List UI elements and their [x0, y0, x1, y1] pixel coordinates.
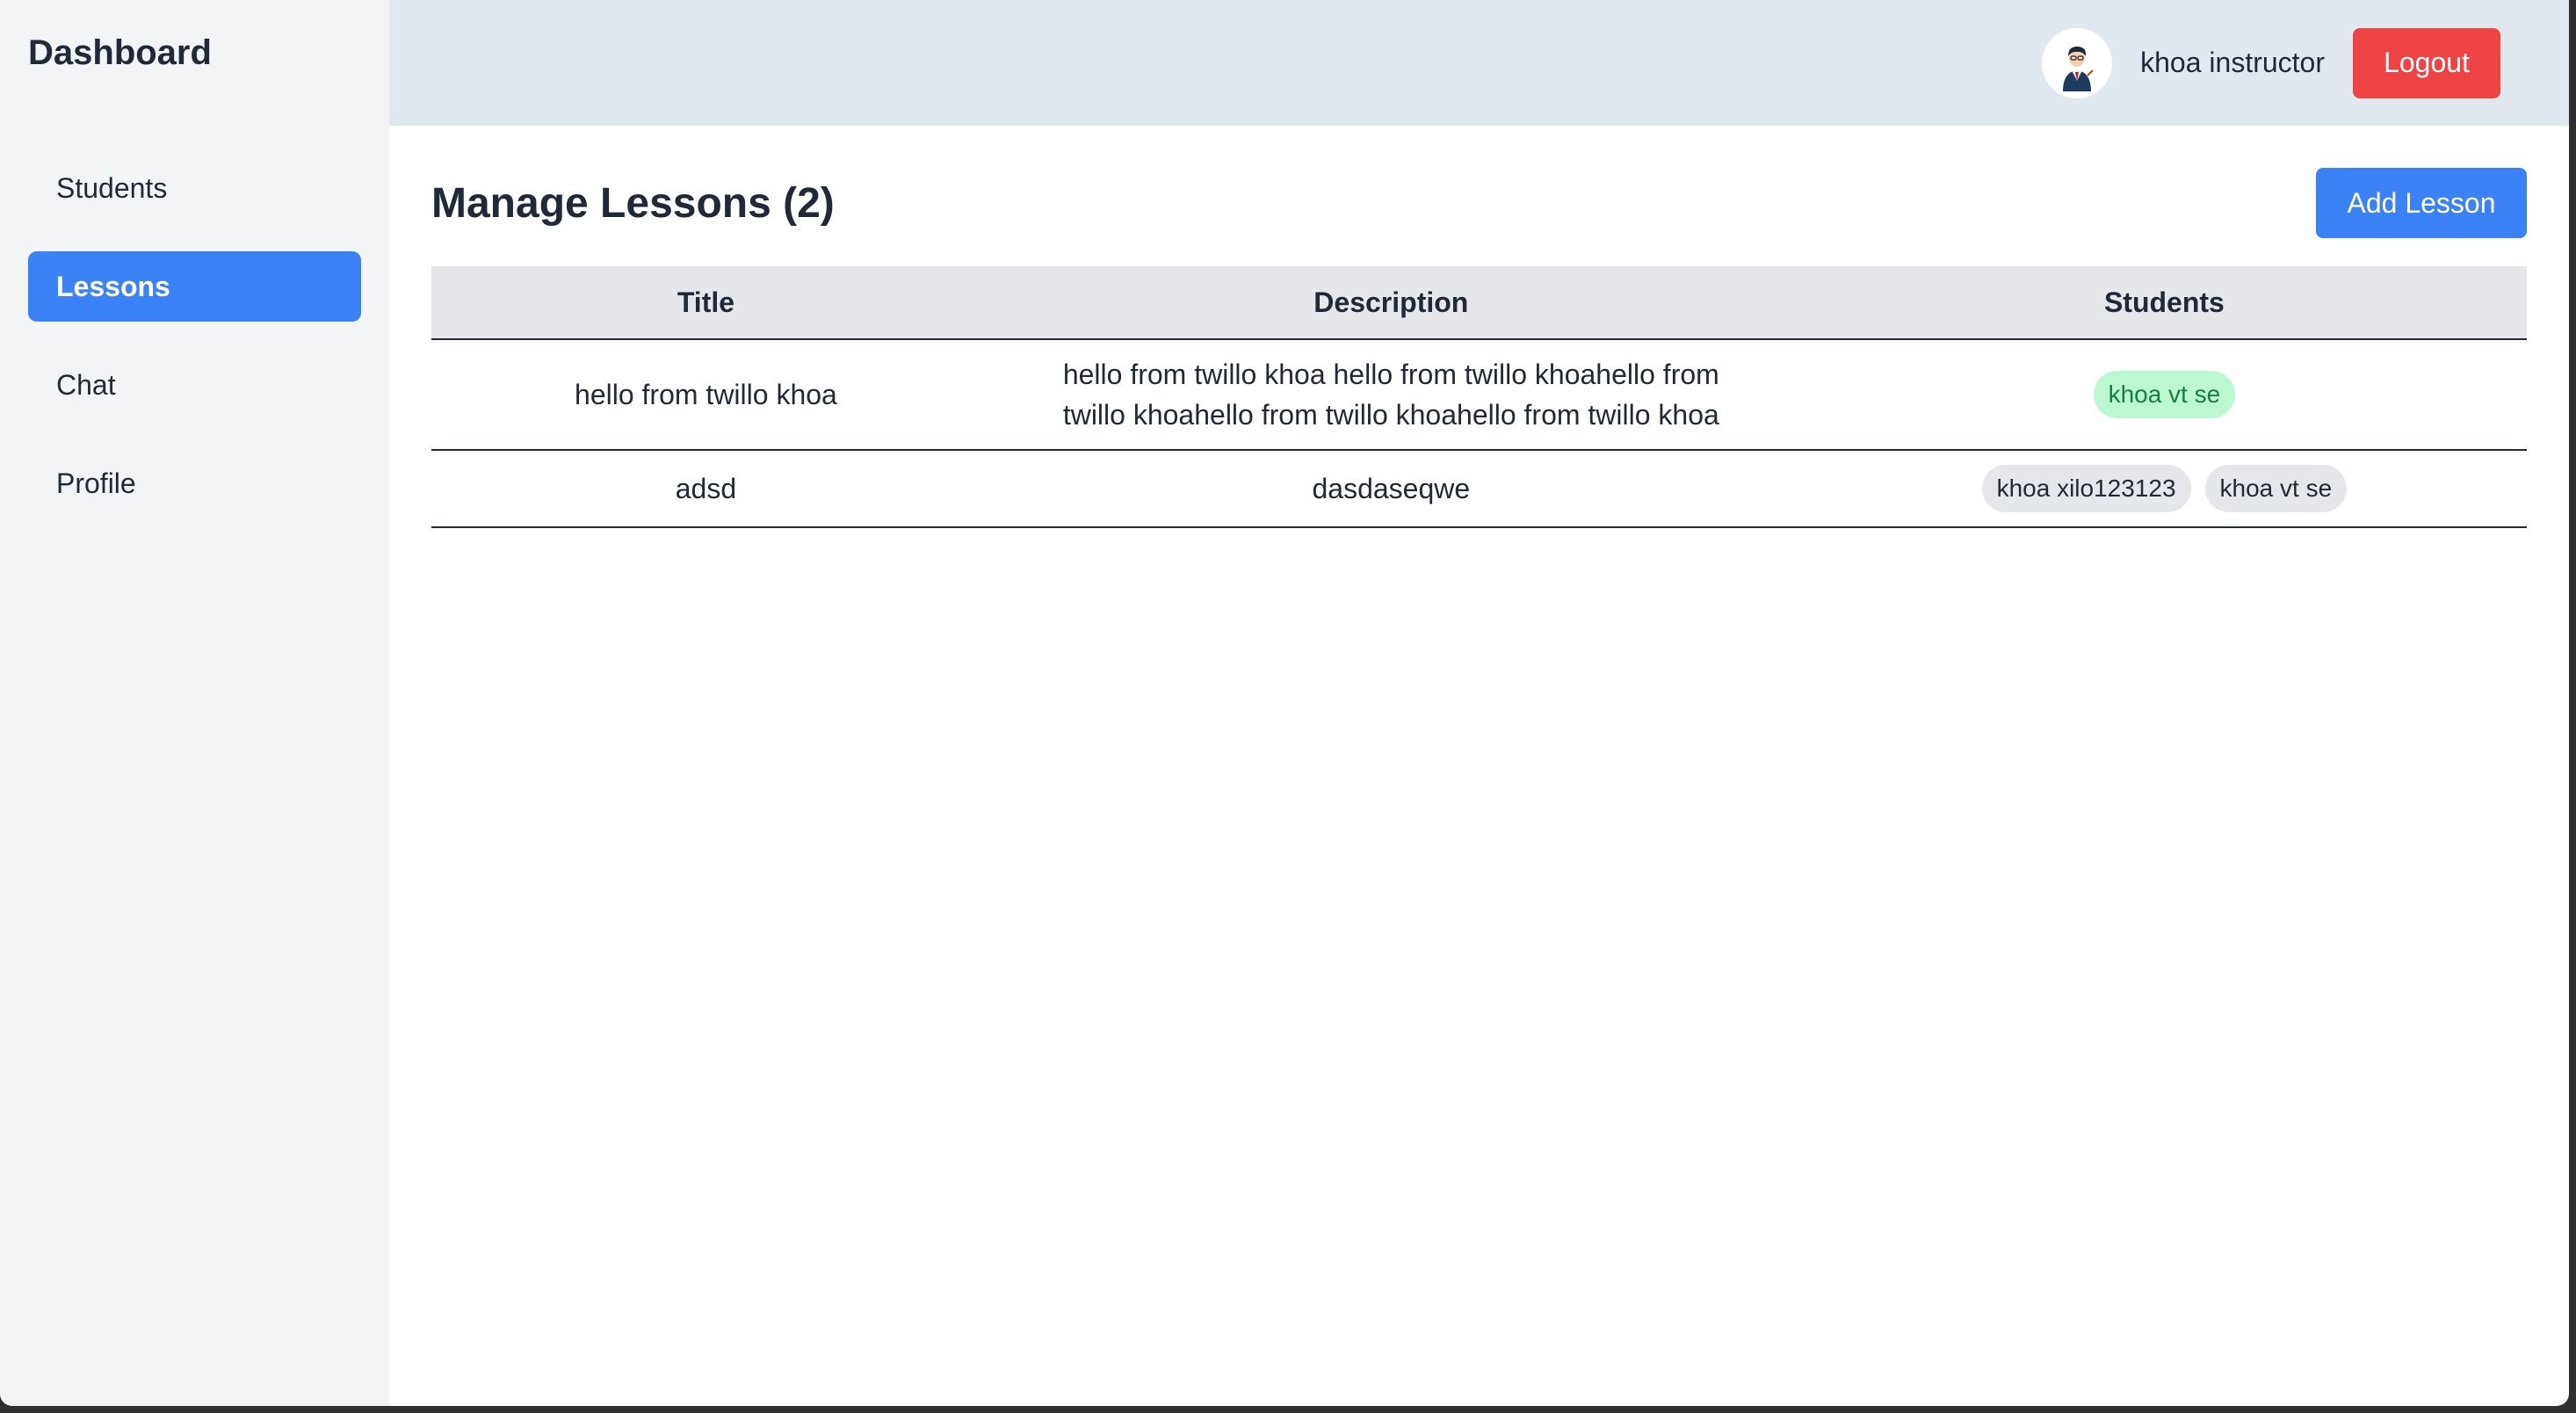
table-header-row: Title Description Students [431, 266, 2527, 340]
lesson-students-cell: khoa vt se [1801, 339, 2527, 451]
sidebar: Dashboard Students Lessons Chat Profile [0, 0, 389, 1406]
app-window: Dashboard Students Lessons Chat Profile [0, 0, 2569, 1406]
top-bar: khoa instructor Logout [389, 0, 2569, 126]
lesson-title-cell: adsd [431, 450, 980, 528]
lesson-description-text: dasdaseqwe [1312, 473, 1471, 504]
main-area: khoa instructor Logout Manage Lessons (2… [389, 0, 2569, 1406]
lesson-title-cell: hello from twillo khoa [431, 339, 980, 451]
table-row[interactable]: hello from twillo khoa hello from twillo… [431, 339, 2527, 451]
sidebar-item-students[interactable]: Students [28, 153, 361, 223]
column-header-description[interactable]: Description [980, 266, 1802, 340]
avatar-illustration [2049, 34, 2106, 91]
student-chip[interactable]: khoa vt se [2093, 371, 2236, 418]
sidebar-brand: Dashboard [28, 33, 212, 72]
table-row[interactable]: adsd dasdaseqwe khoa xilo123123 khoa vt s… [431, 450, 2527, 528]
student-chip[interactable]: khoa vt se [2204, 465, 2348, 512]
sidebar-item-lessons[interactable]: Lessons [28, 251, 361, 322]
lesson-students-cell: khoa xilo123123 khoa vt se [1801, 450, 2527, 528]
user-avatar-icon[interactable] [2042, 27, 2113, 98]
table-body: hello from twillo khoa hello from twillo… [431, 339, 2527, 528]
logout-button[interactable]: Logout [2353, 27, 2500, 98]
add-lesson-button[interactable]: Add Lesson [2316, 168, 2527, 238]
column-header-students[interactable]: Students [1801, 266, 2527, 340]
content-panel: Manage Lessons (2) Add Lesson Title Desc… [389, 126, 2569, 1406]
column-header-title[interactable]: Title [431, 266, 980, 340]
lessons-table: Title Description Students hello from tw… [431, 266, 2527, 528]
sidebar-item-profile[interactable]: Profile [28, 448, 361, 518]
sidebar-item-chat[interactable]: Chat [28, 350, 361, 420]
lesson-description-cell: dasdaseqwe [980, 450, 1802, 528]
username-label: khoa instructor [2140, 47, 2325, 78]
content-header: Manage Lessons (2) Add Lesson [431, 168, 2527, 238]
lesson-description-cell: hello from twillo khoa hello from twillo… [980, 339, 1802, 451]
lesson-description-text: hello from twillo khoa hello from twillo… [1062, 359, 1719, 431]
table-header: Title Description Students [431, 266, 2527, 340]
sidebar-nav: Students Lessons Chat Profile [28, 153, 361, 518]
student-chip[interactable]: khoa xilo123123 [1981, 465, 2191, 512]
page-title: Manage Lessons (2) [431, 179, 835, 227]
